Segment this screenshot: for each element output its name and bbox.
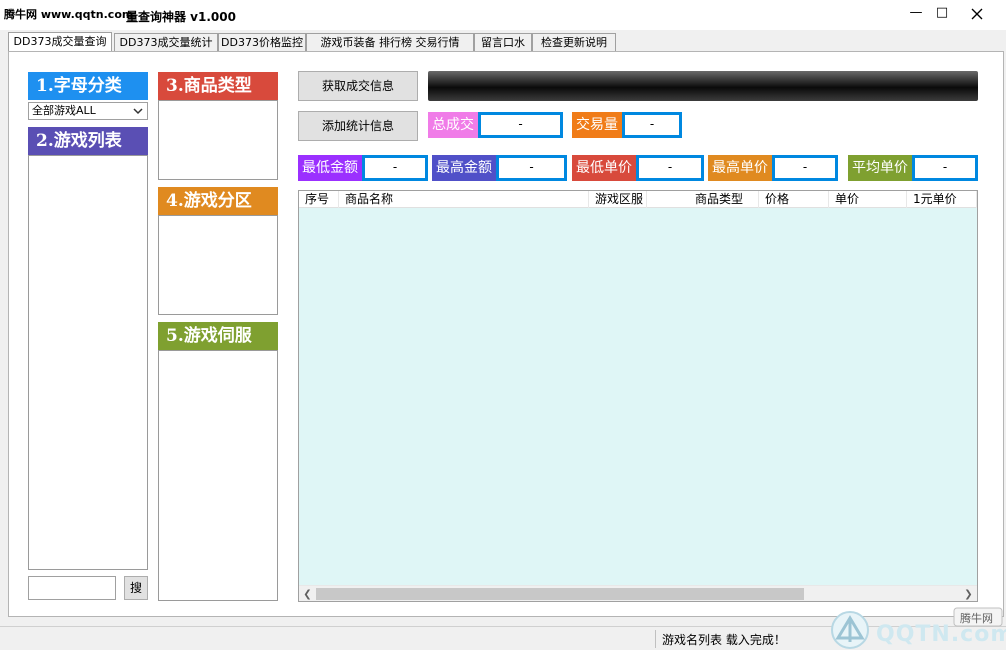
total-trade-value: - — [478, 112, 563, 138]
avg-unit-price-stat: 平均单价 - — [848, 155, 978, 181]
chevron-down-icon — [132, 105, 144, 117]
tab-ranking-market[interactable]: 游戏币装备 排行榜 交易行情 — [306, 33, 474, 52]
max-amount-value: - — [496, 155, 567, 181]
column-header-server[interactable]: 游戏区服 — [589, 191, 647, 208]
trade-volume-label: 交易量 — [572, 112, 624, 138]
scroll-thumb[interactable] — [316, 588, 804, 600]
game-server-header: 5.游戏伺服 — [158, 322, 278, 350]
status-separator — [655, 630, 656, 648]
min-amount-value: - — [362, 155, 428, 181]
close-button[interactable] — [956, 2, 998, 24]
min-amount-stat: 最低金额 - — [298, 155, 428, 181]
tab-comments[interactable]: 留言口水 — [474, 33, 532, 52]
column-header-price[interactable]: 价格 — [759, 191, 829, 208]
get-trade-info-button[interactable]: 获取成交信息 — [298, 71, 418, 101]
total-trade-value-text: - — [518, 117, 523, 131]
progress-bar — [428, 71, 978, 101]
min-unit-price-value: - — [636, 155, 704, 181]
avg-unit-price-label: 平均单价 — [848, 155, 914, 181]
results-grid[interactable]: 序号 商品名称 游戏区服 商品类型 价格 单价 1元单价 ❮ ❯ — [298, 190, 978, 602]
min-unit-price-value-text: - — [667, 160, 673, 174]
trade-volume-stat: 交易量 - — [572, 112, 682, 138]
letter-category-header: 1.字母分类 — [28, 72, 148, 100]
tab-price-monitor[interactable]: DD373价格监控 — [218, 33, 306, 52]
scroll-right-icon[interactable]: ❯ — [960, 586, 977, 601]
column-header-index[interactable]: 序号 — [299, 191, 339, 208]
game-list-header: 2.游戏列表 — [28, 127, 148, 155]
max-unit-price-value-text: - — [802, 160, 808, 174]
game-server-list[interactable] — [158, 350, 278, 601]
min-unit-price-stat: 最低单价 - — [572, 155, 704, 181]
column-header-product-type[interactable]: 商品类型 — [689, 191, 759, 208]
tab-check-update[interactable]: 检查更新说明 — [532, 33, 616, 52]
product-type-list[interactable] — [158, 100, 278, 180]
min-unit-price-label: 最低单价 — [572, 155, 638, 181]
grid-header: 序号 商品名称 游戏区服 商品类型 价格 单价 1元单价 — [299, 191, 977, 208]
watermark-badge: 腾牛网 — [960, 612, 993, 625]
total-trade-label: 总成交 — [428, 112, 480, 138]
maximize-button[interactable]: □ — [928, 4, 956, 24]
total-trade-stat: 总成交 - — [428, 112, 563, 138]
avg-unit-price-value: - — [912, 155, 978, 181]
max-unit-price-value: - — [772, 155, 838, 181]
scroll-left-icon[interactable]: ❮ — [299, 586, 316, 601]
product-type-header: 3.商品类型 — [158, 72, 278, 100]
window-title: 量查询神器 v1.000 — [126, 10, 236, 24]
column-header-yuan-unit-price[interactable]: 1元单价 — [907, 191, 977, 208]
max-unit-price-label: 最高单价 — [708, 155, 774, 181]
game-zone-header: 4.游戏分区 — [158, 187, 278, 215]
column-header-spacer — [647, 191, 689, 208]
tab-trade-volume-query[interactable]: DD373成交量查询 — [8, 32, 112, 52]
trade-volume-value: - — [622, 112, 682, 138]
min-amount-value-text: - — [392, 160, 398, 174]
column-header-product-name[interactable]: 商品名称 — [339, 191, 589, 208]
max-amount-label: 最高金额 — [432, 155, 498, 181]
max-amount-stat: 最高金额 - — [432, 155, 567, 181]
game-list-box[interactable] — [28, 155, 148, 570]
watermark-logo: QQTN.com 腾牛网 — [826, 604, 1006, 650]
search-button[interactable]: 搜 — [124, 576, 148, 600]
avg-unit-price-value-text: - — [942, 160, 948, 174]
max-amount-value-text: - — [529, 160, 534, 174]
horizontal-scrollbar[interactable]: ❮ ❯ — [299, 585, 977, 601]
close-icon — [971, 8, 983, 20]
min-amount-label: 最低金额 — [298, 155, 364, 181]
trade-volume-value-text: - — [649, 117, 655, 131]
letter-category-select[interactable]: 全部游戏ALL — [28, 102, 148, 120]
search-input[interactable] — [28, 576, 116, 600]
minimize-button[interactable]: — — [902, 4, 930, 24]
title-bar: 腾牛网 www.qqtn.com 量查询神器 v1.000 — □ — [0, 0, 1006, 30]
tab-trade-volume-stats[interactable]: DD373成交量统计 — [114, 33, 218, 52]
letter-category-value: 全部游戏ALL — [32, 104, 96, 117]
column-header-unit-price[interactable]: 单价 — [829, 191, 907, 208]
add-stats-info-button[interactable]: 添加统计信息 — [298, 111, 418, 141]
game-zone-list[interactable] — [158, 215, 278, 315]
max-unit-price-stat: 最高单价 - — [708, 155, 838, 181]
site-badge: 腾牛网 www.qqtn.com — [4, 8, 134, 21]
status-text: 游戏名列表 载入完成！ — [662, 633, 786, 647]
